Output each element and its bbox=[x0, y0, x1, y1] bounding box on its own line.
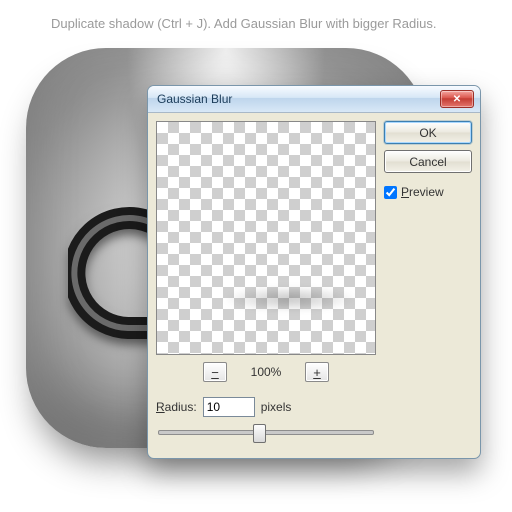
preview-checkbox[interactable] bbox=[384, 186, 397, 199]
slider-thumb[interactable] bbox=[253, 424, 266, 443]
preview-canvas[interactable] bbox=[156, 121, 376, 355]
transparency-checker bbox=[157, 122, 375, 354]
minus-icon: − bbox=[211, 366, 219, 379]
cancel-button[interactable]: Cancel bbox=[384, 150, 472, 173]
zoom-in-button[interactable]: + bbox=[305, 362, 329, 382]
zoom-out-button[interactable]: − bbox=[203, 362, 227, 382]
close-icon: ✕ bbox=[453, 94, 461, 105]
preview-checkbox-row[interactable]: Preview bbox=[384, 185, 472, 199]
gaussian-blur-dialog: Gaussian Blur ✕ − 100% + Radius: pixels bbox=[147, 85, 481, 459]
instruction-caption: Duplicate shadow (Ctrl + J). Add Gaussia… bbox=[51, 16, 437, 31]
preview-shadow-sample bbox=[222, 286, 357, 312]
radius-slider[interactable] bbox=[158, 421, 374, 443]
dialog-titlebar[interactable]: Gaussian Blur ✕ bbox=[148, 86, 480, 113]
plus-icon: + bbox=[313, 366, 321, 379]
zoom-value: 100% bbox=[245, 365, 287, 379]
radius-label: Radius: bbox=[156, 400, 197, 414]
ok-button[interactable]: OK bbox=[384, 121, 472, 144]
radius-input[interactable] bbox=[203, 397, 255, 417]
preview-checkbox-label: Preview bbox=[401, 185, 444, 199]
window-close-button[interactable]: ✕ bbox=[440, 90, 474, 108]
dialog-title: Gaussian Blur bbox=[157, 92, 440, 106]
radius-unit: pixels bbox=[261, 400, 292, 414]
